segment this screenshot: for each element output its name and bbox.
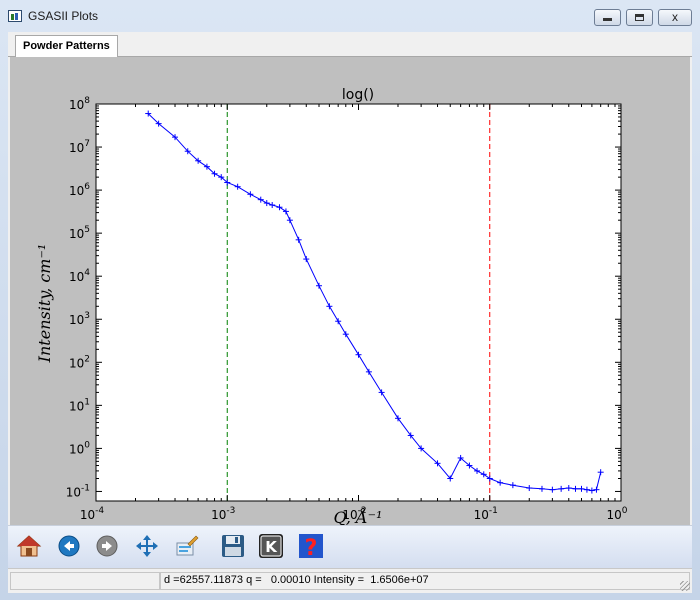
forward-button[interactable] (94, 533, 120, 559)
x-tick-label: 10-4 (80, 506, 105, 522)
floppy-disk-icon (222, 535, 244, 557)
y-tick-label: 100 (69, 440, 90, 456)
status-bar: d =62557.11873 q = 0.00010 Intensity = 1… (8, 568, 692, 593)
gsas-plot-window: GSASII Plots x Powder Patterns 10-4 10-3 1… (0, 0, 700, 600)
pan-arrows-icon (136, 535, 158, 557)
home-icon (16, 535, 42, 557)
x-tick-label: 10-1 (474, 506, 498, 522)
tab-strip: Powder Patterns (8, 32, 692, 57)
y-tick-label: 104 (69, 268, 90, 284)
maximize-button[interactable] (626, 9, 653, 26)
close-button[interactable]: x (658, 9, 692, 26)
window-title: GSASII Plots (28, 9, 99, 23)
cursor-readout: d =62557.11873 q = 0.00010 Intensity = 1… (164, 574, 429, 586)
minimize-icon (603, 18, 612, 21)
plot-canvas[interactable]: 10-4 10-3 10-2 10-1 100 10-1 100 101 102 103 104 1… (10, 57, 690, 525)
maximize-icon (635, 14, 644, 21)
y-tick-label: 105 (69, 225, 90, 241)
y-tick-label: 10-1 (66, 483, 90, 499)
client-area: Powder Patterns 10-4 10-3 10-2 10-1 100 10-1… (8, 32, 692, 593)
minimize-button[interactable] (594, 9, 621, 26)
configure-subplots-button[interactable] (174, 533, 200, 559)
y-tick-label: 101 (69, 397, 90, 413)
pan-button[interactable] (134, 533, 160, 559)
plot-axes-area[interactable] (95, 103, 622, 502)
question-mark-icon: ? (299, 534, 323, 559)
y-tick-label: 106 (69, 182, 90, 198)
y-tick-label: 103 (69, 311, 90, 327)
x-axis-label: Q, Å⁻¹ (334, 507, 383, 525)
resize-grip-icon[interactable] (680, 581, 690, 591)
app-icon (8, 10, 22, 22)
y-tick-label: 108 (69, 96, 90, 112)
y-axis-label: Intensity, cm⁻¹ (35, 244, 54, 364)
x-tick-label: 10-3 (211, 506, 235, 522)
chart-title: log() (342, 87, 374, 103)
forward-arrow-icon (96, 535, 118, 557)
x-tick-label: 100 (606, 506, 627, 522)
configure-icon (176, 535, 199, 556)
help-button[interactable]: ? (298, 533, 324, 559)
status-field-empty (10, 572, 160, 590)
save-button[interactable] (220, 533, 246, 559)
back-arrow-icon (58, 535, 80, 557)
k-key-icon: K (259, 534, 283, 558)
svg-text:K: K (265, 538, 278, 556)
log-log-chart[interactable]: 10-4 10-3 10-2 10-1 100 10-11001011021031041… (10, 57, 690, 525)
close-icon: x (672, 10, 678, 24)
plot-toolbar: K ? (8, 525, 692, 568)
key-press-button[interactable]: K (258, 533, 284, 559)
y-tick-label: 102 (69, 354, 90, 370)
tab-powder-patterns[interactable]: Powder Patterns (15, 35, 118, 57)
title-bar[interactable]: GSASII Plots x (0, 0, 700, 32)
svg-text:?: ? (305, 536, 318, 559)
back-button[interactable] (56, 533, 82, 559)
y-tick-label: 107 (69, 139, 90, 155)
home-button[interactable] (16, 533, 42, 559)
